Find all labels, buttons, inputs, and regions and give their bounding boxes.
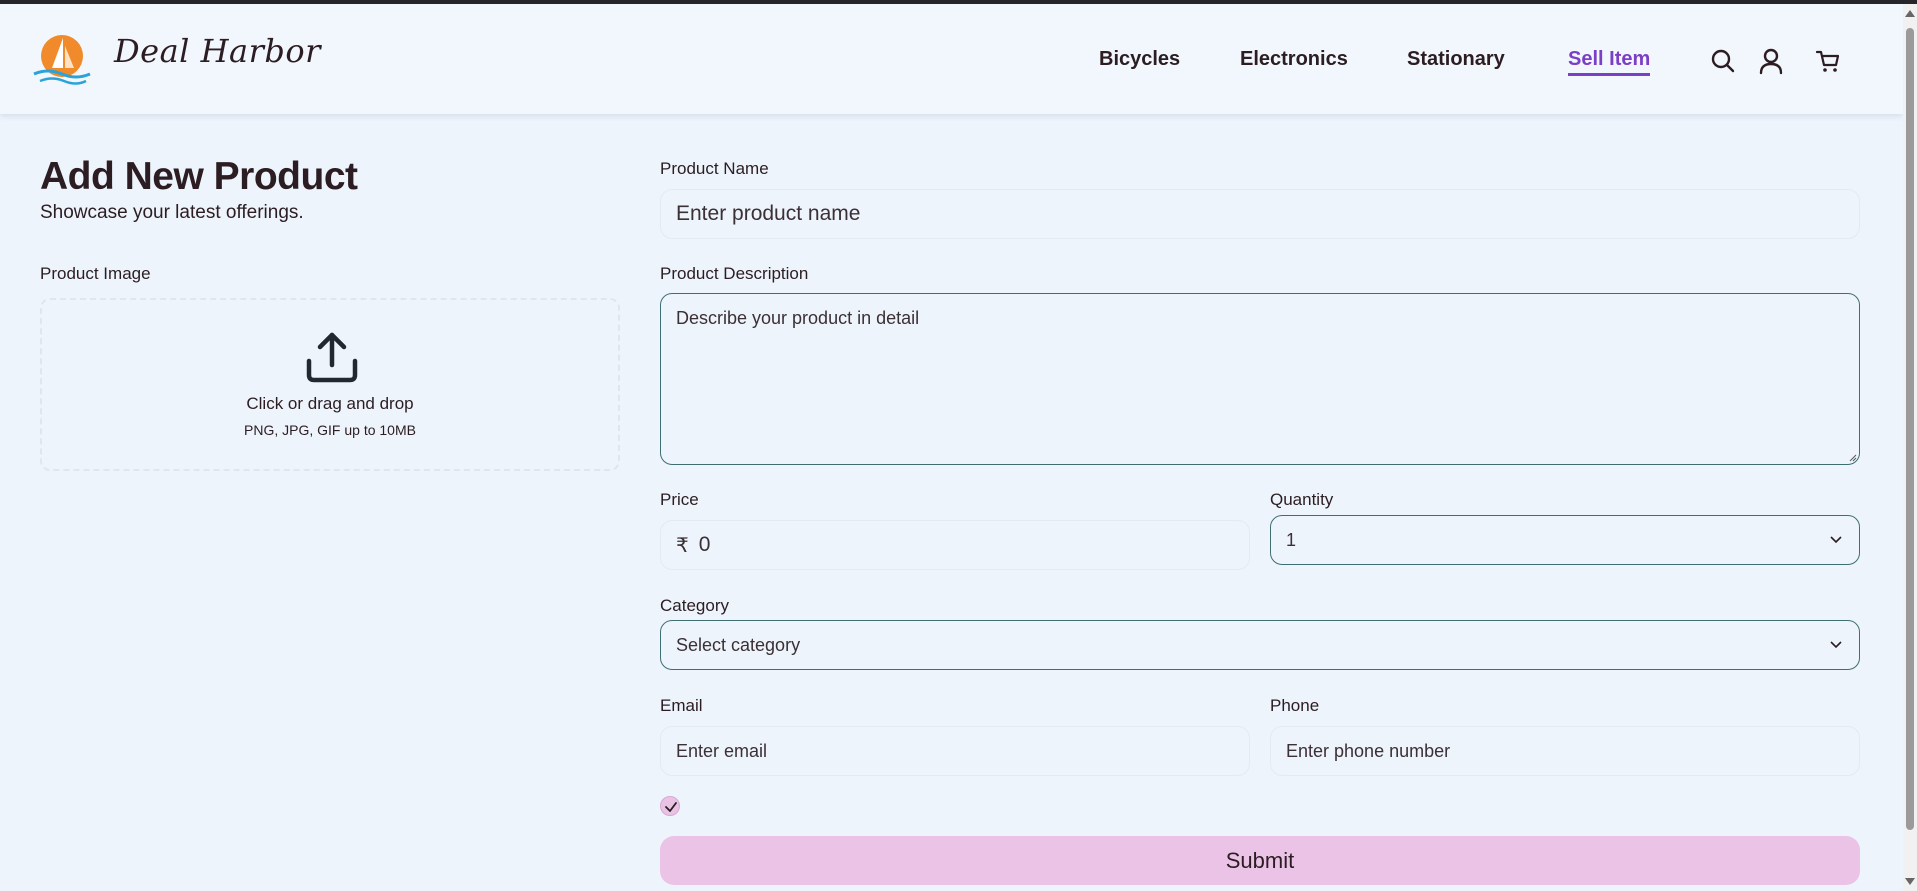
page-scrollbar[interactable] bbox=[1903, 4, 1917, 891]
nav-sell-item[interactable]: Sell Item bbox=[1568, 48, 1651, 76]
page-title: Add New Product bbox=[40, 155, 358, 198]
chevron-down-icon bbox=[1830, 536, 1842, 544]
search-icon[interactable] bbox=[1709, 47, 1737, 75]
email-input[interactable]: Enter email bbox=[660, 726, 1250, 776]
upload-icon bbox=[304, 329, 360, 385]
page-subtitle: Showcase your latest offerings. bbox=[40, 202, 304, 223]
product-name-input[interactable]: Enter product name bbox=[660, 189, 1860, 239]
phone-placeholder: Enter phone number bbox=[1286, 740, 1451, 761]
nav-bicycles[interactable]: Bicycles bbox=[1099, 48, 1180, 71]
phone-input[interactable]: Enter phone number bbox=[1270, 726, 1860, 776]
dropzone-hint: PNG, JPG, GIF up to 10MB bbox=[244, 422, 416, 438]
scroll-down-arrow-icon[interactable] bbox=[1905, 878, 1915, 885]
logo-icon[interactable] bbox=[32, 32, 92, 88]
category-value: Select category bbox=[676, 634, 801, 655]
brand-name[interactable]: Deal Harbor bbox=[114, 32, 321, 70]
site-header: Deal Harbor Bicycles Electronics Station… bbox=[0, 4, 1903, 114]
cart-icon[interactable] bbox=[1814, 47, 1842, 75]
category-label: Category bbox=[660, 596, 729, 615]
price-label: Price bbox=[660, 490, 699, 509]
product-image-label: Product Image bbox=[40, 264, 151, 283]
user-icon[interactable] bbox=[1757, 47, 1785, 75]
dropzone-main-text: Click or drag and drop bbox=[246, 394, 414, 413]
price-value: 0 bbox=[698, 533, 711, 556]
chevron-down-icon bbox=[1830, 641, 1842, 649]
product-name-placeholder: Enter product name bbox=[676, 202, 861, 225]
category-select[interactable]: Select category bbox=[660, 620, 1860, 670]
submit-button[interactable]: Submit bbox=[660, 836, 1860, 885]
nav-stationary[interactable]: Stationary bbox=[1407, 48, 1505, 71]
product-description-placeholder: Describe your product in detail bbox=[676, 308, 920, 328]
phone-label: Phone bbox=[1270, 696, 1320, 715]
quantity-label: Quantity bbox=[1270, 490, 1334, 509]
agree-checkbox[interactable] bbox=[660, 796, 680, 816]
resize-handle-icon[interactable] bbox=[1847, 452, 1857, 462]
price-input[interactable]: ₹ 0 bbox=[660, 520, 1250, 570]
scroll-up-arrow-icon[interactable] bbox=[1905, 10, 1915, 17]
rupee-icon: ₹ bbox=[676, 534, 689, 557]
image-dropzone[interactable]: Click or drag and drop PNG, JPG, GIF up … bbox=[40, 298, 620, 471]
product-name-label: Product Name bbox=[660, 159, 769, 178]
nav-electronics[interactable]: Electronics bbox=[1240, 48, 1348, 71]
email-label: Email bbox=[660, 696, 703, 715]
scroll-thumb[interactable] bbox=[1906, 28, 1914, 830]
product-description-textarea[interactable]: Describe your product in detail bbox=[660, 293, 1860, 465]
email-placeholder: Enter email bbox=[676, 740, 768, 761]
product-description-label: Product Description bbox=[660, 264, 809, 283]
check-icon bbox=[665, 802, 677, 812]
quantity-value: 1 bbox=[1286, 529, 1297, 550]
quantity-select[interactable]: 1 bbox=[1270, 515, 1860, 565]
